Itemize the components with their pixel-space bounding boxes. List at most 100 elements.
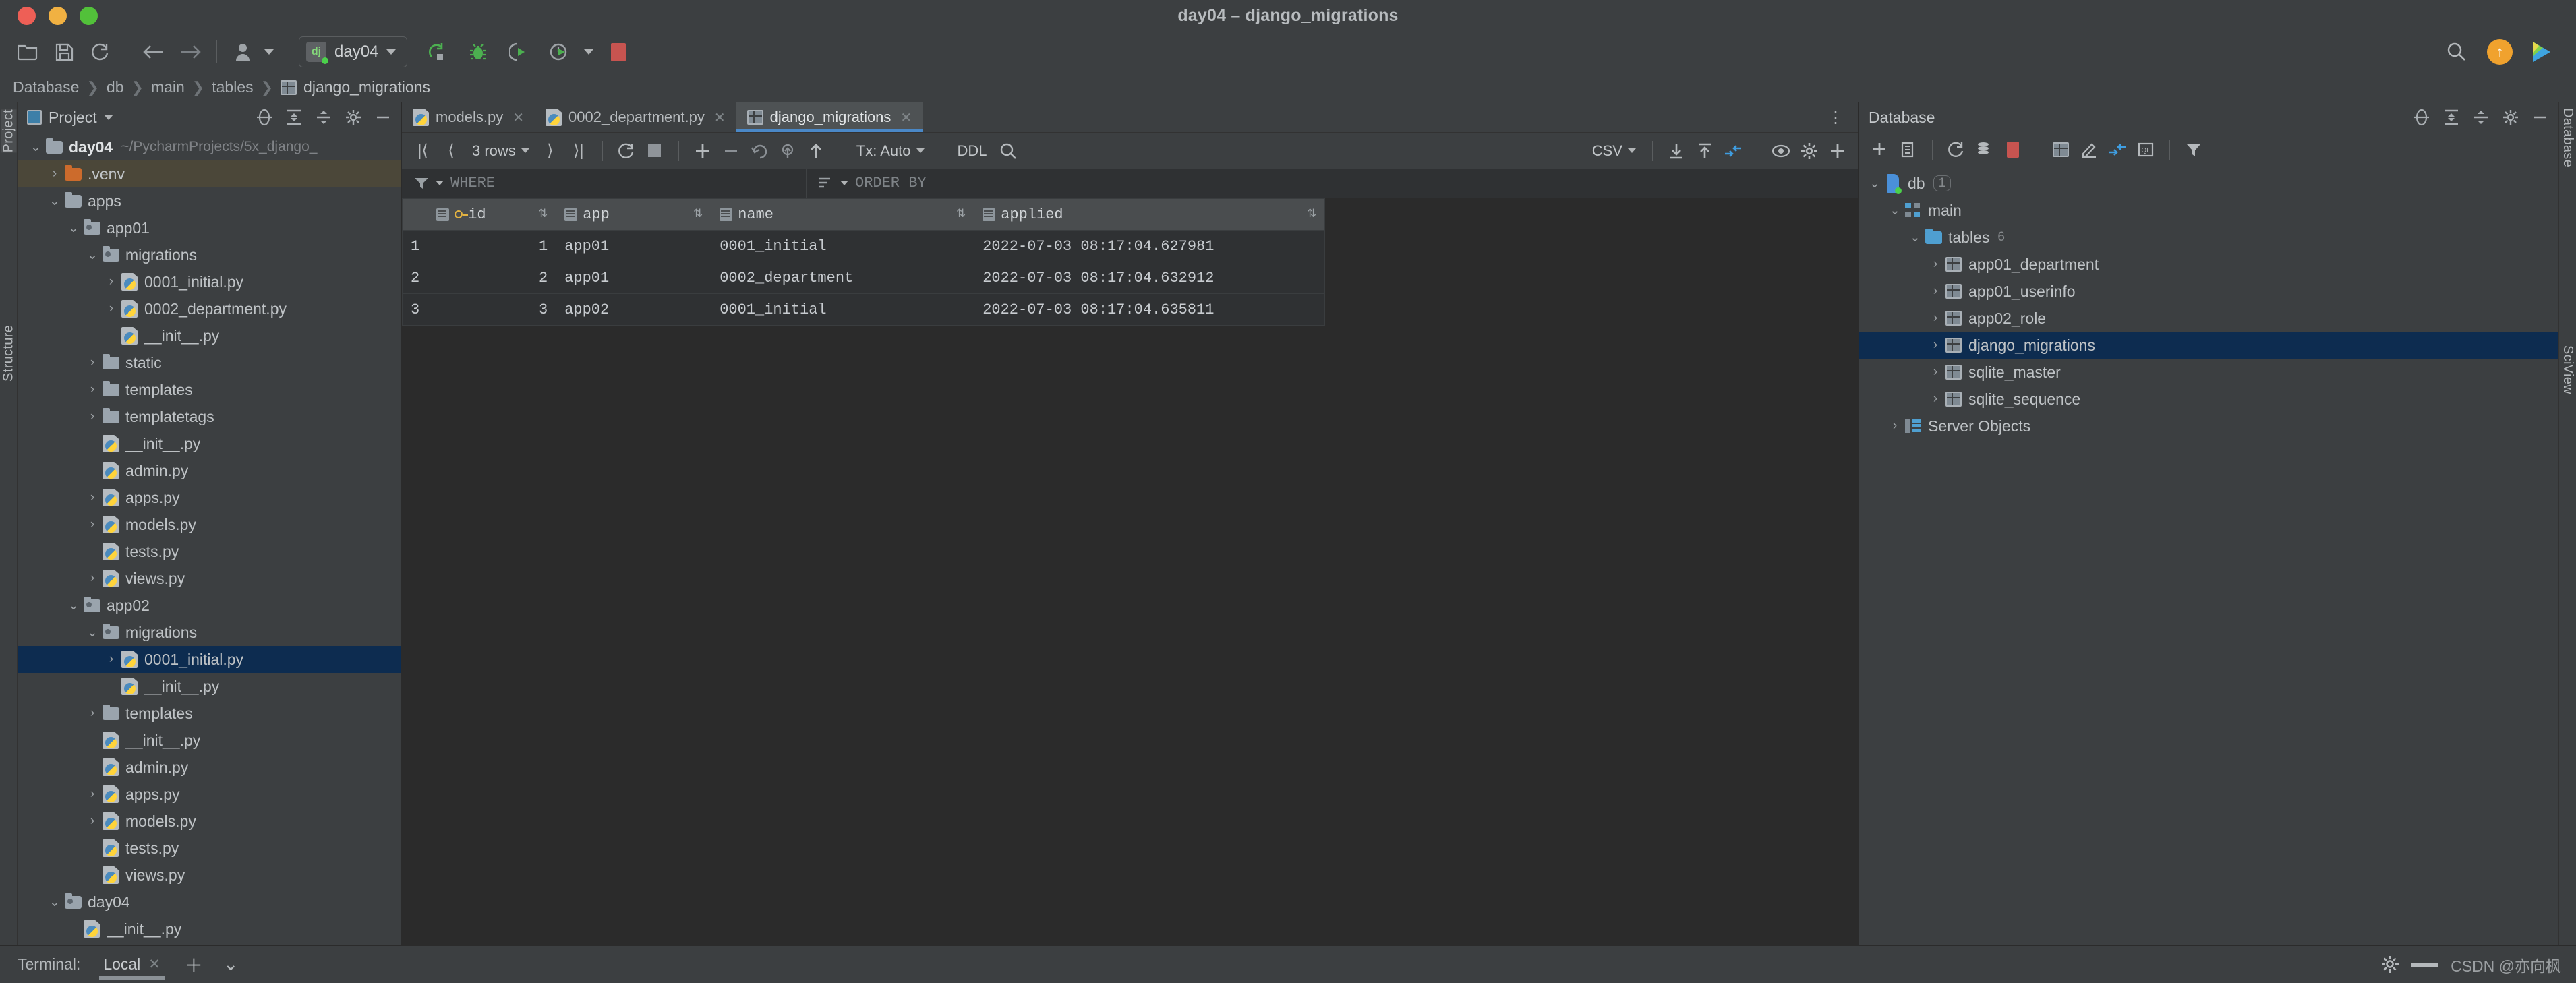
query-console-icon[interactable]: QL xyxy=(2132,136,2160,164)
chevron-down-icon[interactable]: ⌄ xyxy=(84,247,101,263)
locate-icon[interactable] xyxy=(253,106,276,129)
column-header[interactable]: id⇅ xyxy=(428,199,556,231)
locate-icon[interactable] xyxy=(2410,106,2433,129)
settings-gear-icon[interactable] xyxy=(342,106,365,129)
revert-selected-icon[interactable] xyxy=(773,137,802,165)
terminal-tab-local[interactable]: Local ✕ xyxy=(99,946,165,983)
chevron-right-icon[interactable]: › xyxy=(103,652,120,667)
cell-applied[interactable]: 2022-07-03 08:17:04.627981 xyxy=(974,231,1325,262)
back-arrow-icon[interactable] xyxy=(138,36,169,67)
project-tree-item[interactable]: ⌄migrations xyxy=(18,619,401,646)
add-row-icon[interactable] xyxy=(689,137,717,165)
chevron-down-icon[interactable]: ⌄ xyxy=(1906,230,1924,245)
cell-name[interactable]: 0001_initial xyxy=(711,294,974,326)
database-tree-item[interactable]: ›django_migrations xyxy=(1859,332,2558,359)
chevron-right-icon[interactable]: › xyxy=(103,301,120,316)
search-icon[interactable] xyxy=(994,137,1022,165)
sidebar-tab-structure[interactable]: Structure xyxy=(1,325,16,382)
chevron-right-icon[interactable]: › xyxy=(84,490,101,505)
column-header[interactable]: name⇅ xyxy=(711,199,974,231)
profile-icon[interactable] xyxy=(544,36,575,67)
project-tree-item[interactable]: ·__init__.py xyxy=(18,673,401,700)
breadcrumb-item-tables[interactable]: tables xyxy=(204,78,260,96)
cell-id[interactable]: 2 xyxy=(428,262,556,294)
submit-icon[interactable] xyxy=(802,137,830,165)
add-icon[interactable] xyxy=(1823,137,1852,165)
output-format-selector[interactable]: CSV xyxy=(1585,142,1643,160)
save-icon[interactable] xyxy=(49,36,80,67)
cell-applied[interactable]: 2022-07-03 08:17:04.635811 xyxy=(974,294,1325,326)
search-icon[interactable] xyxy=(2441,36,2472,67)
breadcrumb-item-main[interactable]: main xyxy=(144,78,192,96)
chevron-down-icon[interactable]: ⌄ xyxy=(46,193,63,209)
table-row[interactable]: 11app010001_initial2022-07-03 08:17:04.6… xyxy=(403,231,1325,262)
chevron-right-icon[interactable]: › xyxy=(1927,311,1944,326)
project-tree-item[interactable]: ›static xyxy=(18,349,401,376)
editor-tab-overflow-icon[interactable]: ⋮ xyxy=(1814,102,1858,132)
open-folder-icon[interactable] xyxy=(12,36,43,67)
revert-icon[interactable] xyxy=(745,137,773,165)
sort-toggle-icon[interactable]: ⇅ xyxy=(538,209,548,220)
chevron-right-icon[interactable]: › xyxy=(1927,338,1944,353)
cell-app[interactable]: app01 xyxy=(556,262,711,294)
previous-page-button[interactable]: ⟨ xyxy=(437,137,465,165)
plus-icon[interactable]: ＋ xyxy=(185,951,203,978)
project-tree-item[interactable]: ⌄app01 xyxy=(18,214,401,241)
chevron-down-icon[interactable]: ⌄ xyxy=(46,895,63,910)
project-tree-item[interactable]: ·admin.py xyxy=(18,457,401,484)
order-by-field[interactable]: ORDER BY xyxy=(807,169,927,198)
project-tree-item[interactable]: ·admin.py xyxy=(18,754,401,781)
cell-name[interactable]: 0001_initial xyxy=(711,231,974,262)
update-available-icon[interactable]: ↑ xyxy=(2487,39,2513,65)
collapse-all-icon[interactable] xyxy=(2469,106,2492,129)
project-tree-item[interactable]: ⌄day04 xyxy=(18,889,401,916)
sidebar-tab-project[interactable]: Project xyxy=(1,109,16,152)
stop-icon[interactable] xyxy=(641,137,669,165)
data-extractor-icon[interactable] xyxy=(1719,137,1747,165)
editor-tab[interactable]: django_migrations✕ xyxy=(736,102,923,132)
project-tree-item[interactable]: ›models.py xyxy=(18,808,401,835)
sort-toggle-icon[interactable]: ⇅ xyxy=(1307,209,1316,220)
database-tree-item[interactable]: ›sqlite_master xyxy=(1859,359,2558,386)
forward-arrow-icon[interactable] xyxy=(175,36,206,67)
breadcrumb-item-db[interactable]: db xyxy=(99,78,131,96)
chevron-down-icon[interactable]: ⌄ xyxy=(65,598,82,614)
chevron-down-icon[interactable] xyxy=(521,148,529,153)
expand-all-icon[interactable] xyxy=(283,106,305,129)
chevron-down-icon[interactable]: ⌄ xyxy=(1886,203,1904,218)
project-tree-item[interactable]: ›0002_department.py xyxy=(18,295,401,322)
chevron-down-icon[interactable]: ⌄ xyxy=(27,140,45,155)
close-icon[interactable]: ✕ xyxy=(513,109,524,126)
chevron-right-icon[interactable]: › xyxy=(84,517,101,532)
breadcrumb-item-database[interactable]: Database xyxy=(5,78,86,96)
ddl-button[interactable]: DDL xyxy=(951,142,994,160)
settings-gear-icon[interactable] xyxy=(1795,137,1823,165)
sidebar-tab-database[interactable]: Database xyxy=(2560,108,2575,167)
last-page-button[interactable]: ⟩| xyxy=(564,137,593,165)
project-file-tree[interactable]: ⌄day04~/PycharmProjects/5x_django_›.venv… xyxy=(18,132,401,945)
project-tree-item[interactable]: ›templatetags xyxy=(18,403,401,430)
hide-icon[interactable] xyxy=(2411,963,2438,967)
project-tree-item[interactable]: ›.venv xyxy=(18,160,401,187)
filter-icon[interactable] xyxy=(2179,136,2208,164)
export-data-icon[interactable] xyxy=(1691,137,1719,165)
delete-row-icon[interactable] xyxy=(717,137,745,165)
chevron-down-icon[interactable] xyxy=(386,49,396,55)
first-page-button[interactable]: |⟨ xyxy=(409,137,437,165)
chevron-right-icon[interactable]: › xyxy=(1927,284,1944,299)
project-tree-item[interactable]: ›templates xyxy=(18,700,401,727)
chevron-right-icon[interactable]: › xyxy=(84,814,101,829)
database-tree-item[interactable]: ⌄main xyxy=(1859,197,2558,224)
project-tree-item[interactable]: ⌄apps xyxy=(18,187,401,214)
chevron-right-icon[interactable]: › xyxy=(84,355,101,370)
hide-panel-icon[interactable] xyxy=(372,106,394,129)
chevron-down-icon[interactable] xyxy=(840,181,848,185)
editor-tab[interactable]: models.py✕ xyxy=(402,102,535,132)
column-header[interactable]: applied⇅ xyxy=(974,199,1325,231)
chevron-right-icon[interactable]: › xyxy=(84,409,101,424)
cell-name[interactable]: 0002_department xyxy=(711,262,974,294)
sync-refresh-icon[interactable] xyxy=(85,36,116,67)
data-grid[interactable]: id⇅app⇅name⇅applied⇅ 11app010001_initial… xyxy=(402,198,1858,945)
project-tree-item[interactable]: ›models.py xyxy=(18,511,401,538)
project-tree-item[interactable]: ⌄day04~/PycharmProjects/5x_django_ xyxy=(18,133,401,160)
